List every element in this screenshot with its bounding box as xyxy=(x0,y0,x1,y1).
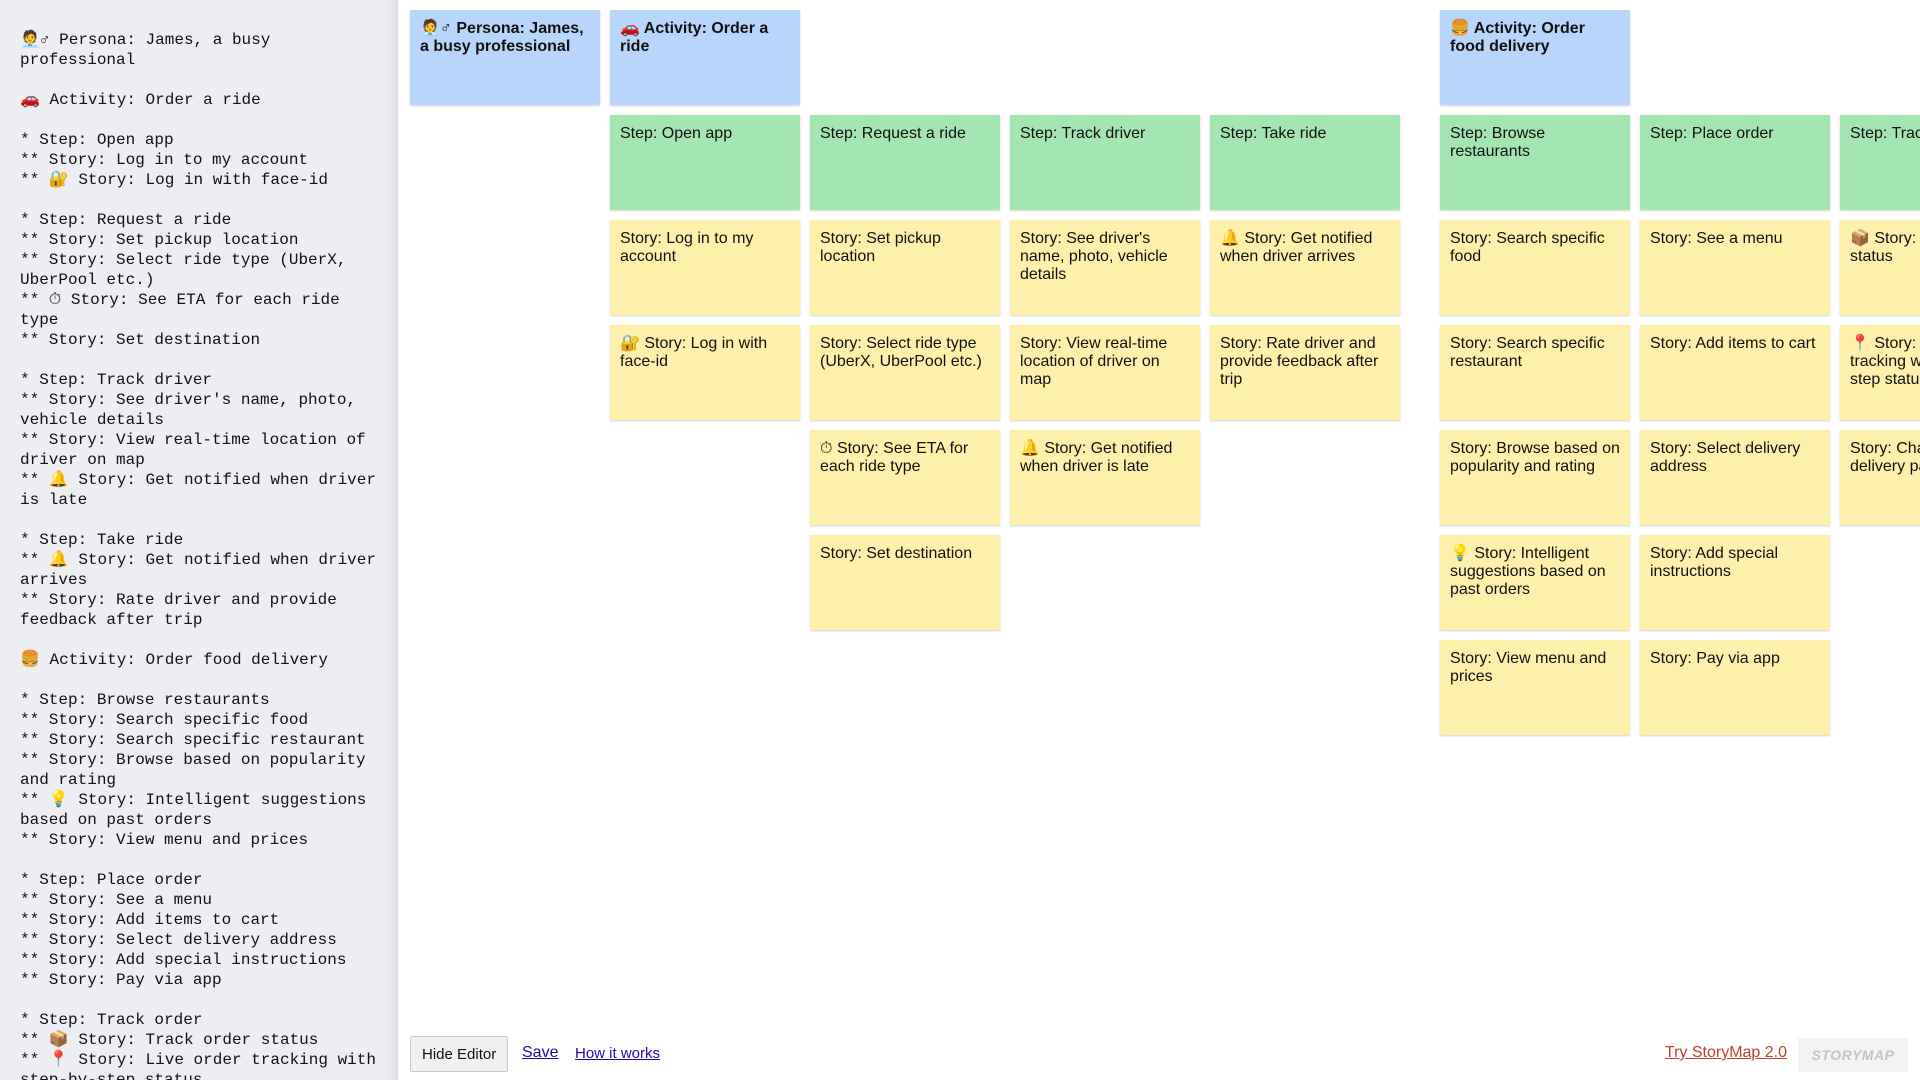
story-label: Story: Get notified when driver is late xyxy=(1020,440,1173,475)
step-label: Step: Open app xyxy=(620,125,733,142)
activity-label: Activity: Order a ride xyxy=(620,20,769,55)
story-label: Story: Set destination xyxy=(820,545,973,562)
story-card[interactable]: Story: Set destination xyxy=(810,535,1000,630)
story-label: Story: Browse based on popularity and ra… xyxy=(1450,440,1620,475)
stopwatch-icon: ⏱ xyxy=(820,440,833,457)
story-card[interactable]: Story: Log in to my account xyxy=(610,220,800,315)
story-label: Story: Add items to cart xyxy=(1650,335,1816,352)
story-card[interactable]: 📍 Story: Live order tracking with step-b… xyxy=(1840,325,1920,420)
story-card[interactable]: Story: Browse based on popularity and ra… xyxy=(1440,430,1630,525)
step-card[interactable]: Step: Take ride xyxy=(1210,115,1400,210)
car-icon: 🚗 xyxy=(620,20,640,37)
story-card[interactable]: Story: Pay via app xyxy=(1640,640,1830,735)
story-label: Story: Set pickup location xyxy=(820,230,941,265)
story-label: Story: View menu and prices xyxy=(1450,650,1607,685)
story-label: Story: See a menu xyxy=(1650,230,1783,247)
story-card[interactable]: 📦 Story: Track order status xyxy=(1840,220,1920,315)
story-card[interactable]: Story: Select ride type (UberX, UberPool… xyxy=(810,325,1000,420)
step-label: Step: Track order xyxy=(1850,125,1920,142)
step-card[interactable]: Step: Browse restaurants xyxy=(1440,115,1630,210)
bell-icon: 🔔 xyxy=(1020,440,1040,457)
step-card[interactable]: Step: Place order xyxy=(1640,115,1830,210)
story-label: Story: Log in to my account xyxy=(620,230,754,265)
story-card[interactable]: Story: See driver's name, photo, vehicle… xyxy=(1010,220,1200,315)
burger-icon: 🍔 xyxy=(1450,20,1470,37)
editor-panel[interactable]: 🧑‍💼♂ Persona: James, a busy professional… xyxy=(0,0,398,1080)
activity-card[interactable]: 🚗 Activity: Order a ride xyxy=(610,10,800,105)
bottom-toolbar: Hide Editor Save How it works Try StoryM… xyxy=(400,1030,1920,1080)
story-card[interactable]: Story: See a menu xyxy=(1640,220,1830,315)
story-label: Story: See driver's name, photo, vehicle… xyxy=(1020,230,1168,283)
story-label: Story: Add special instructions xyxy=(1650,545,1779,580)
pin-icon: 📍 xyxy=(1850,335,1870,352)
story-card[interactable]: Story: Add items to cart xyxy=(1640,325,1830,420)
story-label: Story: Get notified when driver arrives xyxy=(1220,230,1373,265)
step-label: Step: Request a ride xyxy=(820,125,966,142)
how-it-works-link[interactable]: How it works xyxy=(575,1045,660,1062)
story-label: Story: Pay via app xyxy=(1650,650,1780,667)
save-link[interactable]: Save xyxy=(522,1044,558,1062)
story-card[interactable]: Story: Search specific restaurant xyxy=(1440,325,1630,420)
persona-card[interactable]: 🧑‍💼♂ Persona: James, a busy professional xyxy=(410,10,600,105)
story-card[interactable]: 🔔 Story: Get notified when driver arrive… xyxy=(1210,220,1400,315)
step-label: Step: Take ride xyxy=(1220,125,1327,142)
step-card[interactable]: Step: Request a ride xyxy=(810,115,1000,210)
activity-card[interactable]: 🍔 Activity: Order food delivery xyxy=(1440,10,1630,105)
storymap-logo: STORYMAP xyxy=(1798,1038,1908,1072)
story-map: 🧑‍💼♂ Persona: James, a busy professional… xyxy=(400,0,1920,1030)
story-label: Story: View real-time location of driver… xyxy=(1020,335,1168,388)
story-card[interactable]: 🔔 Story: Get notified when driver is lat… xyxy=(1010,430,1200,525)
story-label: Story: Rate driver and provide feedback … xyxy=(1220,335,1379,388)
story-card[interactable]: Story: Select delivery address xyxy=(1640,430,1830,525)
story-label: Story: Chat with delivery partner xyxy=(1850,440,1920,475)
story-card[interactable]: Story: View menu and prices xyxy=(1440,640,1630,735)
step-card[interactable]: Step: Track order xyxy=(1840,115,1920,210)
package-icon: 📦 xyxy=(1850,230,1870,247)
step-card[interactable]: Step: Track driver xyxy=(1010,115,1200,210)
step-label: Step: Track driver xyxy=(1020,125,1146,142)
story-card[interactable]: Story: Chat with delivery partner xyxy=(1840,430,1920,525)
story-label: Story: Search specific restaurant xyxy=(1450,335,1605,370)
story-card[interactable]: Story: Set pickup location xyxy=(810,220,1000,315)
story-card[interactable]: Story: Rate driver and provide feedback … xyxy=(1210,325,1400,420)
persona-icon: 🧑‍💼♂ xyxy=(420,20,452,37)
story-card[interactable]: ⏱ Story: See ETA for each ride type xyxy=(810,430,1000,525)
story-card[interactable]: Story: View real-time location of driver… xyxy=(1010,325,1200,420)
lightbulb-icon: 💡 xyxy=(1450,545,1470,562)
lock-icon: 🔐 xyxy=(620,335,640,352)
step-label: Step: Browse restaurants xyxy=(1450,125,1546,160)
hide-editor-button[interactable]: Hide Editor xyxy=(410,1036,509,1072)
activity-label: Activity: Order food delivery xyxy=(1450,20,1585,55)
story-label: Story: Select delivery address xyxy=(1650,440,1801,475)
try-storymap-link[interactable]: Try StoryMap 2.0 xyxy=(1665,1044,1787,1062)
story-card[interactable]: Story: Add special instructions xyxy=(1640,535,1830,630)
step-card[interactable]: Step: Open app xyxy=(610,115,800,210)
story-card[interactable]: 🔐 Story: Log in with face-id xyxy=(610,325,800,420)
story-label: Story: See ETA for each ride type xyxy=(820,440,969,475)
step-label: Step: Place order xyxy=(1650,125,1774,142)
story-label: Story: Search specific food xyxy=(1450,230,1605,265)
bell-icon: 🔔 xyxy=(1220,230,1240,247)
story-label: Story: Log in with face-id xyxy=(620,335,768,370)
story-label: Story: Select ride type (UberX, UberPool… xyxy=(820,335,982,370)
story-label: Story: Intelligent suggestions based on … xyxy=(1450,545,1606,598)
editor-textarea[interactable]: 🧑‍💼♂ Persona: James, a busy professional… xyxy=(20,30,378,1080)
story-card[interactable]: Story: Search specific food xyxy=(1440,220,1630,315)
story-card[interactable]: 💡 Story: Intelligent suggestions based o… xyxy=(1440,535,1630,630)
